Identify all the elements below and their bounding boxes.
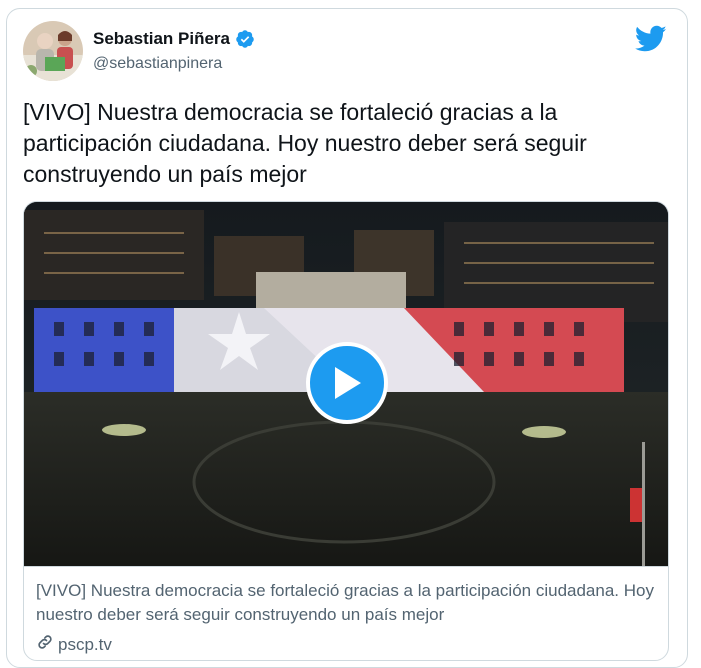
- card-description: [VIVO] Nuestra democracia se fortaleció …: [36, 581, 654, 624]
- verified-badge-icon: [235, 29, 255, 49]
- play-icon: [331, 365, 363, 401]
- twitter-bird-icon[interactable]: [634, 25, 667, 53]
- card-details[interactable]: [VIVO] Nuestra democracia se fortaleció …: [24, 566, 668, 660]
- author-name[interactable]: Sebastian Piñera: [93, 29, 230, 49]
- tweet-text: [VIVO] Nuestra democracia se fortaleció …: [23, 99, 587, 187]
- play-button[interactable]: [306, 342, 388, 424]
- video-thumbnail[interactable]: [24, 202, 668, 566]
- avatar[interactable]: [23, 21, 83, 81]
- card-link[interactable]: pscp.tv: [36, 633, 112, 656]
- link-icon: [36, 633, 54, 656]
- card-domain[interactable]: pscp.tv: [58, 635, 112, 655]
- author-handle[interactable]: @sebastianpinera: [93, 55, 222, 73]
- media-card[interactable]: [VIVO] Nuestra democracia se fortaleció …: [23, 201, 669, 661]
- tweet-card[interactable]: Sebastian Piñera @sebastianpinera [VIVO]…: [6, 8, 688, 668]
